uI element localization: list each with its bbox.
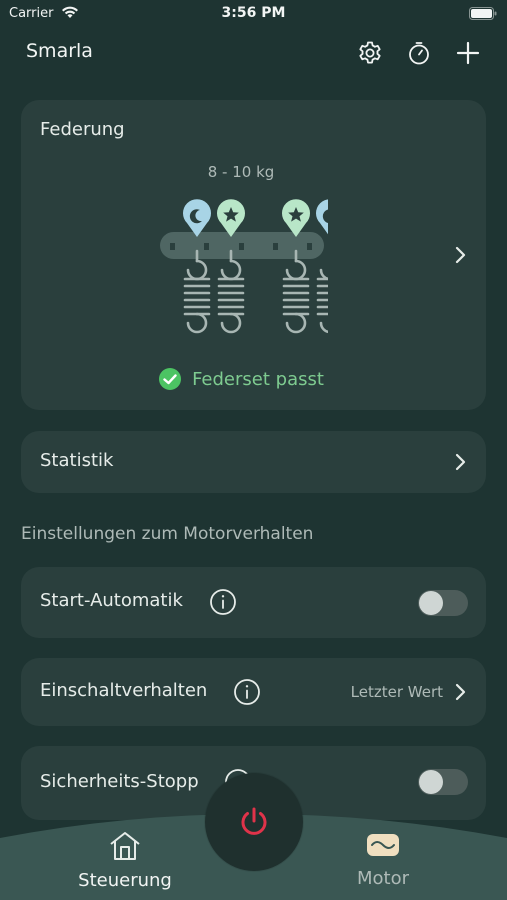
switch-on-label: Einschaltverhalten <box>40 680 208 701</box>
safety-stop-label: Sicherheits-Stopp <box>40 771 199 792</box>
gear-icon <box>359 41 381 64</box>
timer-icon <box>409 42 429 65</box>
home-icon <box>110 832 140 860</box>
chevron-right-icon <box>455 246 466 264</box>
check-circle-icon <box>159 368 182 390</box>
tab-steuerung[interactable]: Steuerung <box>45 830 205 891</box>
start-auto-row: Start-Automatik <box>21 567 486 638</box>
statistics-label: Statistik <box>40 450 114 471</box>
power-icon <box>241 807 267 835</box>
weight-range: 8 - 10 kg <box>207 163 275 181</box>
tab-motor[interactable]: Motor <box>303 830 463 889</box>
start-auto-label: Start-Automatik <box>40 590 183 611</box>
status-bar: Carrier 3:56 PM <box>0 0 507 28</box>
chevron-right-icon <box>455 453 466 471</box>
power-button[interactable] <box>205 773 303 871</box>
start-auto-toggle[interactable] <box>418 590 468 616</box>
motor-section-heading: Einstellungen zum Motorverhalten <box>21 524 314 544</box>
app-header: Smarla <box>0 30 507 76</box>
tab-motor-label: Motor <box>356 868 409 889</box>
settings-button[interactable] <box>355 38 385 68</box>
app-title: Smarla <box>26 40 93 62</box>
toggle-knob <box>419 770 443 794</box>
spring-card[interactable]: Federung 8 - 10 kg Federset passt <box>21 100 486 410</box>
spring-status-text: Federset passt <box>192 368 324 390</box>
switch-on-value: Letzter Wert <box>350 683 443 701</box>
chevron-right-icon <box>455 683 466 701</box>
spring-status: Federset passt <box>21 367 461 391</box>
toggle-knob <box>419 591 443 615</box>
plus-icon <box>456 41 480 65</box>
info-icon[interactable] <box>233 678 261 706</box>
statistics-row[interactable]: Statistik <box>21 431 486 493</box>
switch-on-row[interactable]: Einschaltverhalten Letzter Wert <box>21 658 486 726</box>
spring-card-title: Federung <box>40 119 125 140</box>
timer-button[interactable] <box>404 38 434 68</box>
battery-icon <box>469 7 497 20</box>
info-icon[interactable] <box>209 588 237 616</box>
motor-icon <box>367 834 399 856</box>
safety-stop-toggle[interactable] <box>418 769 468 795</box>
add-button[interactable] <box>453 38 483 68</box>
spring-illustration <box>160 199 328 334</box>
tab-steuerung-label: Steuerung <box>78 870 172 891</box>
status-time: 3:56 PM <box>221 5 286 21</box>
